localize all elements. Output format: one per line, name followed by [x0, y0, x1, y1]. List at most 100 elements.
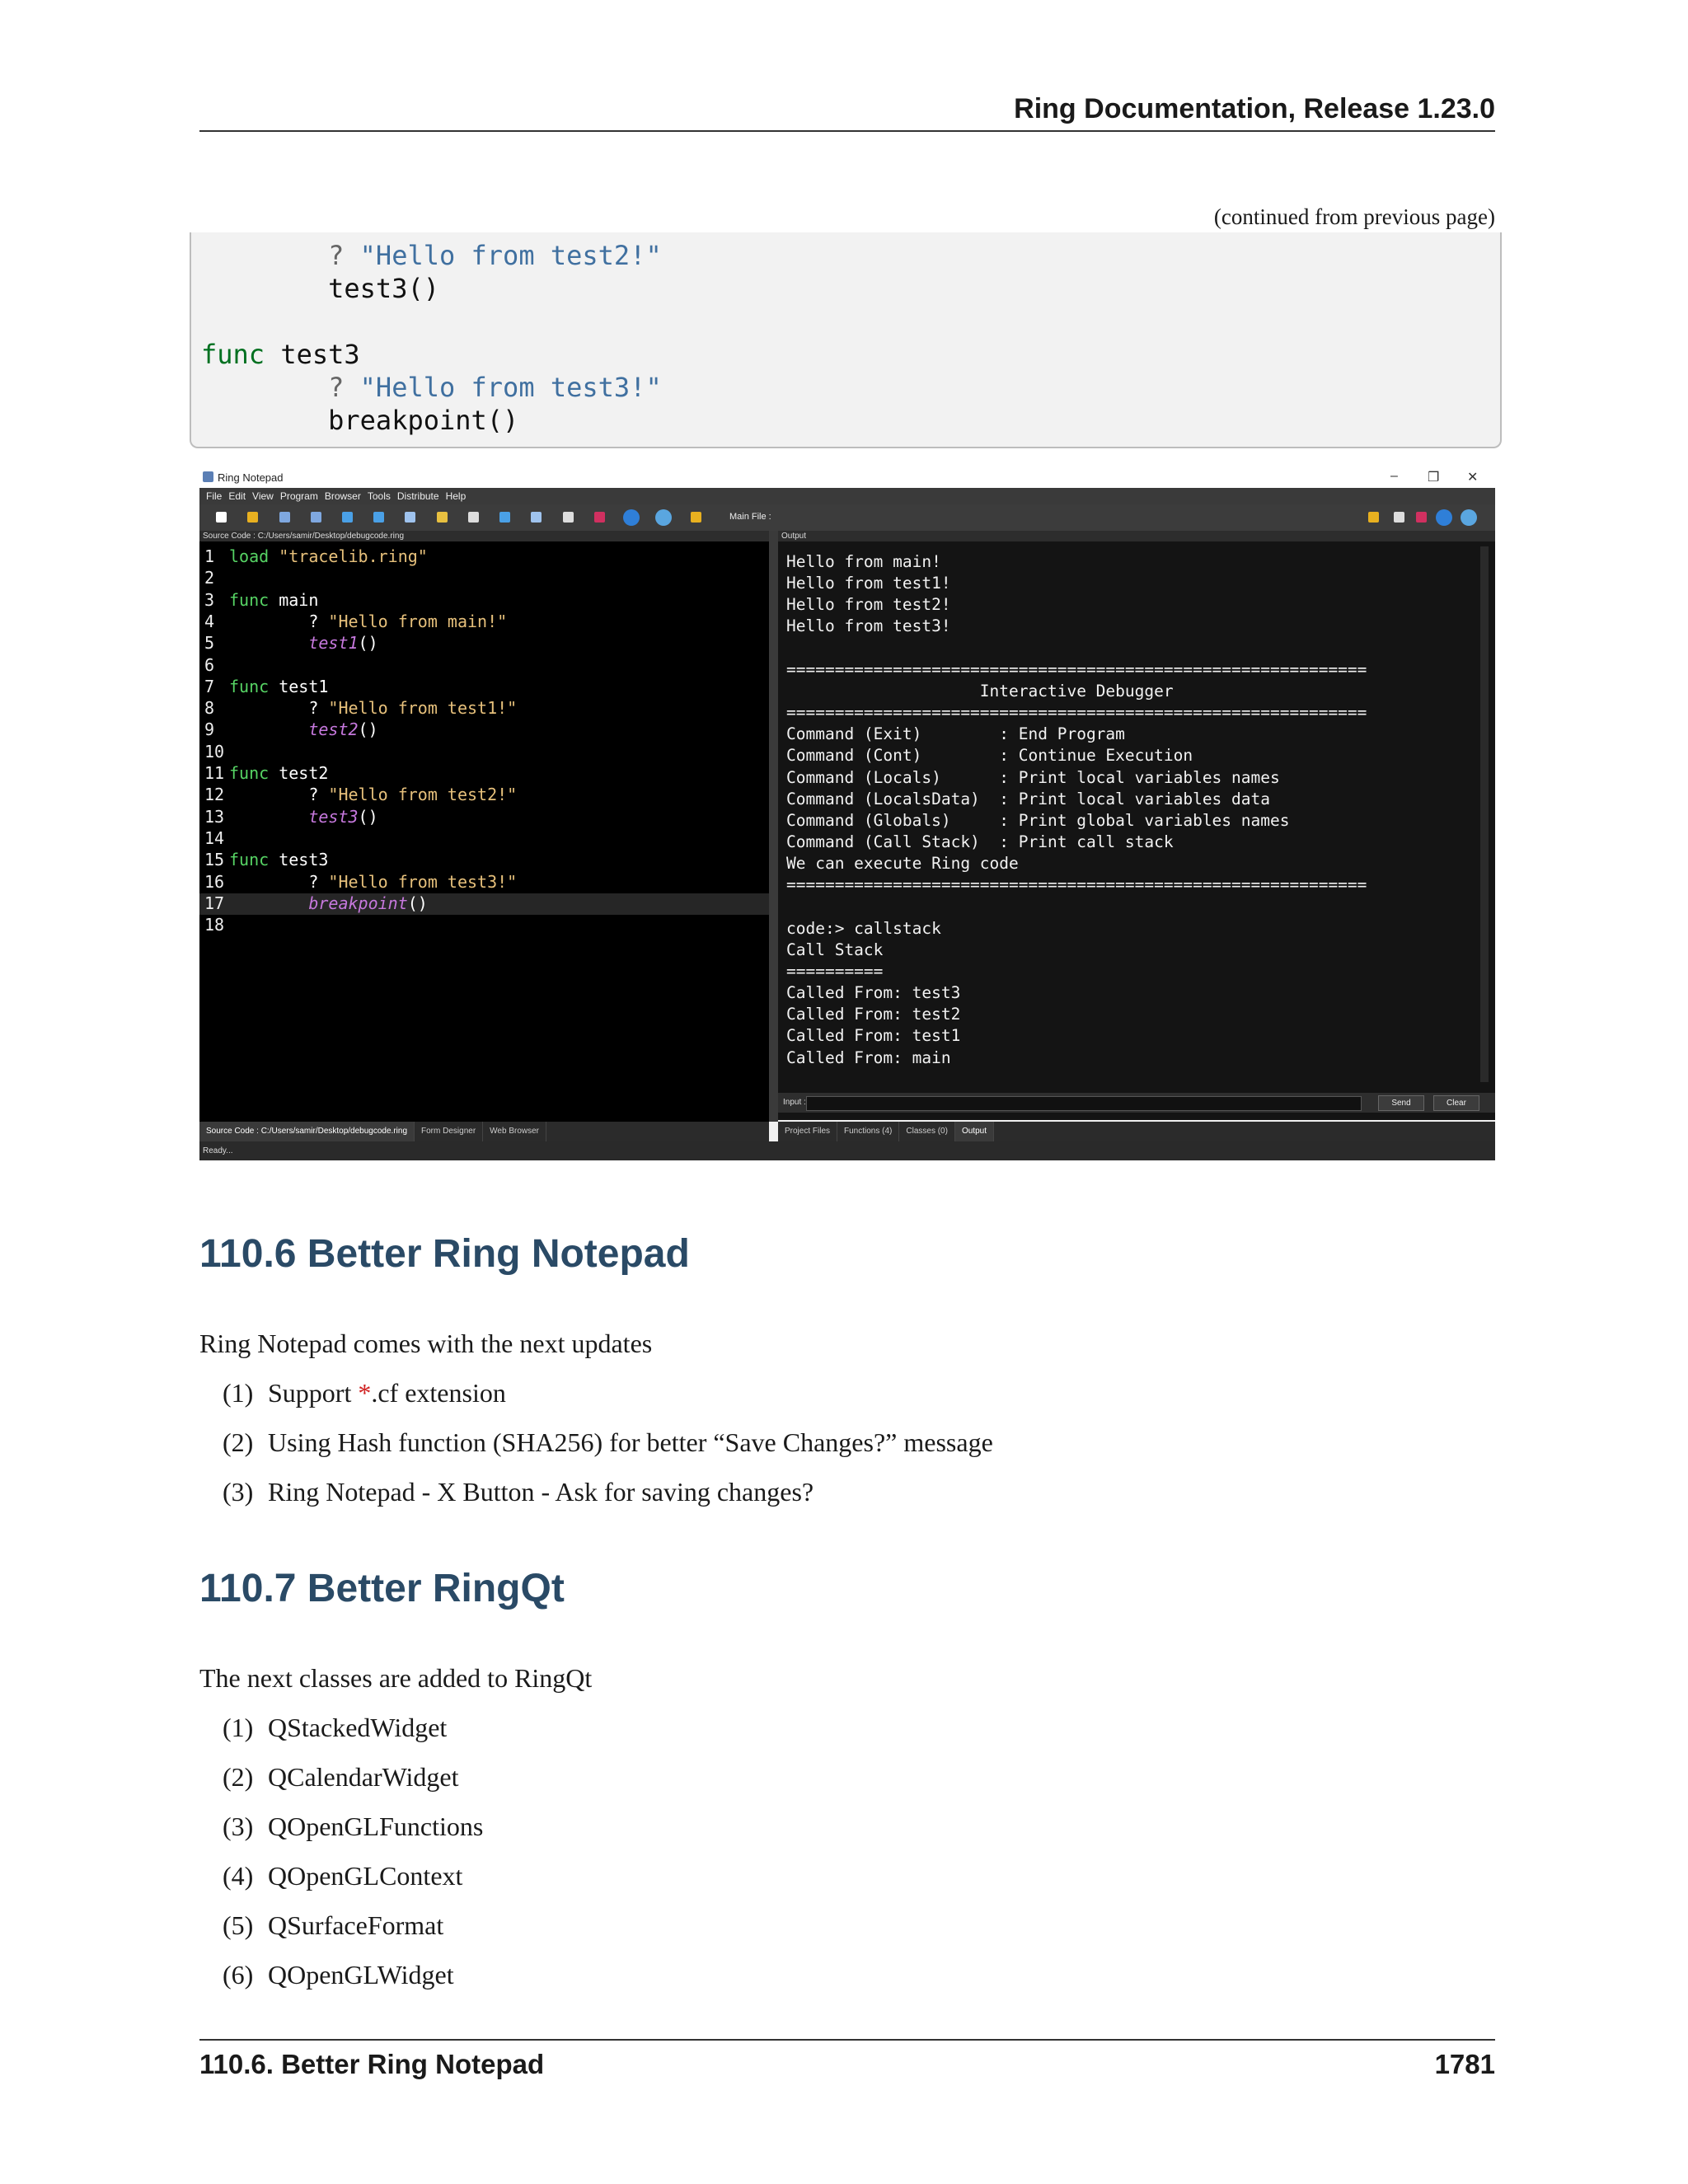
input-row: Input : Send Clear [778, 1093, 1495, 1113]
save-icon[interactable] [279, 512, 290, 523]
tab-right-3[interactable]: Output [954, 1122, 994, 1141]
output-scrollbar[interactable] [1480, 546, 1489, 1082]
run-icon[interactable] [623, 509, 640, 526]
editor-line[interactable]: 13 test3() [199, 807, 769, 828]
minimize-icon[interactable]: – [1390, 469, 1398, 484]
menu-item-help[interactable]: Help [446, 490, 467, 502]
line-number: 3 [204, 589, 215, 610]
editor-line[interactable]: 1 load "tracelib.ring" [199, 546, 769, 568]
editor-line[interactable]: 17 breakpoint() [199, 893, 769, 915]
new-file-icon[interactable] [216, 512, 227, 523]
list-item: (5) QSurfaceFormat [223, 1910, 444, 1940]
continued-note: (continued from previous page) [1213, 204, 1495, 229]
cut-icon[interactable] [373, 512, 384, 523]
editor-line[interactable]: 3 func main [199, 590, 769, 612]
list-item: (3) QOpenGLFunctions [223, 1811, 484, 1841]
debug-icon-2[interactable] [1416, 512, 1427, 523]
list-item: (2) Using Hash function (SHA256) for bett… [223, 1427, 993, 1457]
folder-icon[interactable] [1368, 512, 1379, 523]
code-line: breakpoint() [328, 405, 519, 436]
app-icon [203, 471, 213, 482]
line-number: 2 [204, 568, 215, 588]
tab-left-0[interactable]: Source Code : C:/Users/samir/Desktop/deb… [199, 1122, 415, 1141]
list-item: (1) Support *.cf extension [223, 1378, 506, 1408]
tab-right-0[interactable]: Project Files [778, 1122, 838, 1141]
line-number: 12 [204, 785, 225, 805]
code-line: ? "Hello from test2!" [328, 240, 662, 271]
menu-item-file[interactable]: File [206, 490, 222, 502]
line-number: 9 [204, 719, 215, 740]
window-title: Ring Notepad [218, 471, 284, 484]
save-as-icon[interactable] [311, 512, 321, 523]
web-run-icon[interactable] [655, 509, 672, 526]
open-main-file-icon[interactable] [691, 512, 701, 523]
line-number: 18 [204, 915, 225, 935]
copy-icon[interactable] [405, 512, 415, 523]
list-item: (3) Ring Notepad - X Button - Ask for sav… [223, 1477, 814, 1507]
tab-left-2[interactable]: Web Browser [483, 1122, 546, 1141]
menu-item-edit[interactable]: Edit [228, 490, 246, 502]
list-item: (2) QCalendarWidget [223, 1762, 459, 1792]
menu-item-browser[interactable]: Browser [325, 490, 361, 502]
input-label: Input : [783, 1098, 806, 1107]
line-number: 11 [204, 763, 225, 783]
section-title-better-ring-notepad: 110.6 Better Ring Notepad [199, 1232, 690, 1276]
left-tabs: Source Code : C:/Users/samir/Desktop/deb… [199, 1122, 769, 1141]
web-run-icon-2[interactable] [1461, 509, 1477, 526]
line-number: 10 [204, 741, 225, 762]
editor-line[interactable]: 4 ? "Hello from main!" [199, 612, 769, 633]
status-bar: Ready... [199, 1141, 1495, 1160]
list-item: (6) QOpenGLWidget [223, 1960, 454, 1990]
ring-notepad-screenshot: Ring Notepad – ❐ ✕ File Edit View Program Br… [199, 466, 1495, 1160]
editor-line[interactable]: 10 [199, 742, 769, 763]
editor-line[interactable]: 9 test2() [199, 719, 769, 741]
source-code-panel-header: Source Code : C:/Users/samir/Desktop/deb… [199, 531, 769, 541]
editor-line[interactable]: 5 test1() [199, 633, 769, 654]
close-icon[interactable]: ✕ [1467, 469, 1478, 485]
toolbar: Main File : [199, 504, 1495, 531]
editor-line[interactable]: 18 [199, 915, 769, 936]
run-icon-2[interactable] [1436, 509, 1452, 526]
open-folder-icon[interactable] [247, 512, 258, 523]
editor-line[interactable]: 16 ? "Hello from test3!" [199, 872, 769, 893]
list-item: (1) QStackedWidget [223, 1713, 448, 1742]
editor-line[interactable]: 6 [199, 655, 769, 677]
find-icon[interactable] [499, 512, 510, 523]
menu-item-distribute[interactable]: Distribute [397, 490, 439, 502]
restore-icon[interactable]: ❐ [1428, 469, 1439, 485]
menu-item-view[interactable]: View [252, 490, 274, 502]
debug-icon[interactable] [594, 512, 605, 523]
editor-line[interactable]: 15 func test3 [199, 850, 769, 871]
page-header-title: Ring Documentation, Release 1.23.0 [1014, 93, 1495, 124]
print-icon[interactable] [468, 512, 479, 523]
section-title-better-ringqt: 110.7 Better RingQt [199, 1567, 565, 1610]
window-icon[interactable] [563, 512, 574, 523]
editor-line[interactable]: 8 ? "Hello from test1!" [199, 698, 769, 719]
editor-line[interactable]: 2 [199, 568, 769, 589]
page-header: Ring Documentation, Release 1.23.0 [199, 89, 1495, 132]
input-field[interactable] [806, 1096, 1362, 1111]
undo-icon[interactable] [342, 512, 353, 523]
output-panel-header: Output [778, 531, 1495, 541]
menu-item-tools[interactable]: Tools [368, 490, 391, 502]
editor-line[interactable]: 14 [199, 828, 769, 850]
send-button[interactable]: Send [1378, 1095, 1424, 1111]
window-icon-2[interactable] [1394, 512, 1404, 523]
menu-item-program[interactable]: Program [280, 490, 318, 502]
editor-line[interactable]: 7 func test1 [199, 677, 769, 698]
tab-right-2[interactable]: Classes (0) [899, 1122, 955, 1141]
line-number: 14 [204, 827, 225, 848]
footer-section: 110.6. Better Ring Notepad [199, 2049, 545, 2079]
font-icon[interactable] [531, 512, 542, 523]
clear-button[interactable]: Clear [1433, 1095, 1479, 1111]
tab-left-1[interactable]: Form Designer [415, 1122, 484, 1141]
section-intro: The next classes are added to RingQt [199, 1663, 593, 1693]
tab-right-1[interactable]: Functions (4) [837, 1122, 900, 1141]
code-line: test3() [328, 273, 439, 304]
paste-icon[interactable] [437, 512, 448, 523]
menu-bar: File Edit View Program Browser Tools Distribut… [199, 488, 1495, 504]
editor-line[interactable]: 11 func test2 [199, 763, 769, 785]
editor-line[interactable]: 12 ? "Hello from test2!" [199, 785, 769, 806]
panel-splitter[interactable] [769, 531, 778, 1122]
code-editor[interactable]: 1 load "tracelib.ring" 2 3 func main 4 ? "Hel… [199, 541, 769, 1122]
